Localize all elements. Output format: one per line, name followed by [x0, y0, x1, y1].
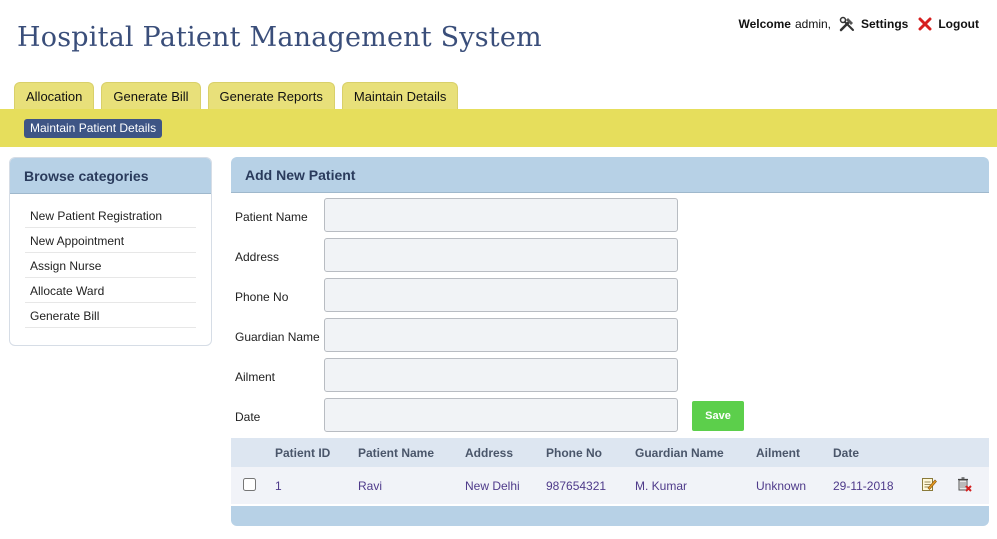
date-label: Date: [235, 410, 261, 424]
form-row-phone: Phone No: [231, 278, 751, 314]
column-header[interactable]: Patient ID: [275, 438, 358, 467]
column-header[interactable]: Date: [833, 438, 921, 467]
settings-label: Settings: [861, 17, 909, 31]
edit-column-header: [921, 438, 956, 467]
main-tabs: Allocation Generate Bill Generate Report…: [14, 82, 465, 109]
guardian-input[interactable]: [324, 318, 678, 352]
form-row-address: Address: [231, 238, 751, 274]
date-input[interactable]: [324, 398, 678, 432]
row-select-checkbox[interactable]: [243, 477, 256, 491]
save-button[interactable]: Save: [692, 401, 744, 431]
column-header[interactable]: Phone No: [546, 438, 635, 467]
sidebar-item-new-appointment[interactable]: New Appointment: [25, 228, 196, 253]
column-header[interactable]: Guardian Name: [635, 438, 756, 467]
delete-icon[interactable]: [956, 476, 972, 495]
welcome-label: Welcome: [738, 17, 791, 31]
phone-input[interactable]: [324, 278, 678, 312]
select-column-header: [231, 438, 275, 467]
cell-address: New Delhi: [465, 467, 546, 504]
form-row-guardian: Guardian Name: [231, 318, 751, 354]
column-header[interactable]: Address: [465, 438, 546, 467]
form-row-ailment: Ailment: [231, 358, 751, 394]
tools-icon: [839, 16, 854, 32]
tab-allocation[interactable]: Allocation: [14, 82, 95, 109]
sidebar-item-generate-bill[interactable]: Generate Bill: [25, 303, 196, 328]
add-patient-panel: Add New Patient Patient Name Address Pho…: [231, 157, 989, 527]
red-x-icon: [918, 17, 932, 31]
ailment-label: Ailment: [235, 370, 276, 384]
ailment-input[interactable]: [324, 358, 678, 392]
address-input[interactable]: [324, 238, 678, 272]
table-header-row: Patient ID Patient Name Address Phone No…: [231, 438, 989, 467]
settings-link[interactable]: Settings: [839, 16, 908, 32]
patient-name-input[interactable]: [324, 198, 678, 232]
logout-link[interactable]: Logout: [918, 17, 979, 31]
sidebar-item-assign-nurse[interactable]: Assign Nurse: [25, 253, 196, 278]
user-bar: Welcome admin, Settings Logout: [738, 16, 979, 32]
sidebar-item-new-patient-registration[interactable]: New Patient Registration: [25, 203, 196, 228]
delete-column-header: [956, 438, 989, 467]
form-row-date: Date: [231, 398, 751, 434]
address-label: Address: [235, 250, 280, 264]
guardian-label: Guardian Name: [235, 330, 320, 344]
tab-generate-reports[interactable]: Generate Reports: [207, 82, 335, 109]
patient-name-label: Patient Name: [235, 210, 308, 224]
phone-label: Phone No: [235, 290, 289, 304]
table-footer: [231, 506, 989, 526]
column-header[interactable]: Ailment: [756, 438, 833, 467]
app-title: Hospital Patient Management System: [17, 22, 542, 53]
logout-label: Logout: [938, 17, 979, 31]
subnav-maintain-patient-details[interactable]: Maintain Patient Details: [24, 119, 163, 138]
username: admin,: [794, 17, 831, 31]
sidebar-title: Browse categories: [10, 158, 211, 194]
cell-phone: 987654321: [546, 467, 635, 504]
form-row-patient-name: Patient Name: [231, 198, 751, 234]
cell-patient-name: Ravi: [358, 467, 465, 504]
cell-guardian: M. Kumar: [635, 467, 756, 504]
cell-ailment: Unknown: [756, 467, 833, 504]
column-header[interactable]: Patient Name: [358, 438, 465, 467]
cell-date: 29-11-2018: [833, 467, 921, 504]
sidebar: Browse categories New Patient Registrati…: [9, 157, 212, 346]
tab-generate-bill[interactable]: Generate Bill: [101, 82, 201, 109]
tab-maintain-details[interactable]: Maintain Details: [341, 82, 459, 109]
table-row: 1 Ravi New Delhi 987654321 M. Kumar Unkn…: [231, 467, 989, 504]
category-list: New Patient Registration New Appointment…: [10, 203, 211, 328]
form-title: Add New Patient: [231, 157, 989, 193]
cell-patient-id: 1: [275, 467, 358, 504]
sidebar-item-allocate-ward[interactable]: Allocate Ward: [25, 278, 196, 303]
patient-table: Patient ID Patient Name Address Phone No…: [231, 438, 989, 504]
edit-icon[interactable]: [921, 476, 937, 495]
sub-navigation: Maintain Patient Details: [0, 109, 997, 147]
